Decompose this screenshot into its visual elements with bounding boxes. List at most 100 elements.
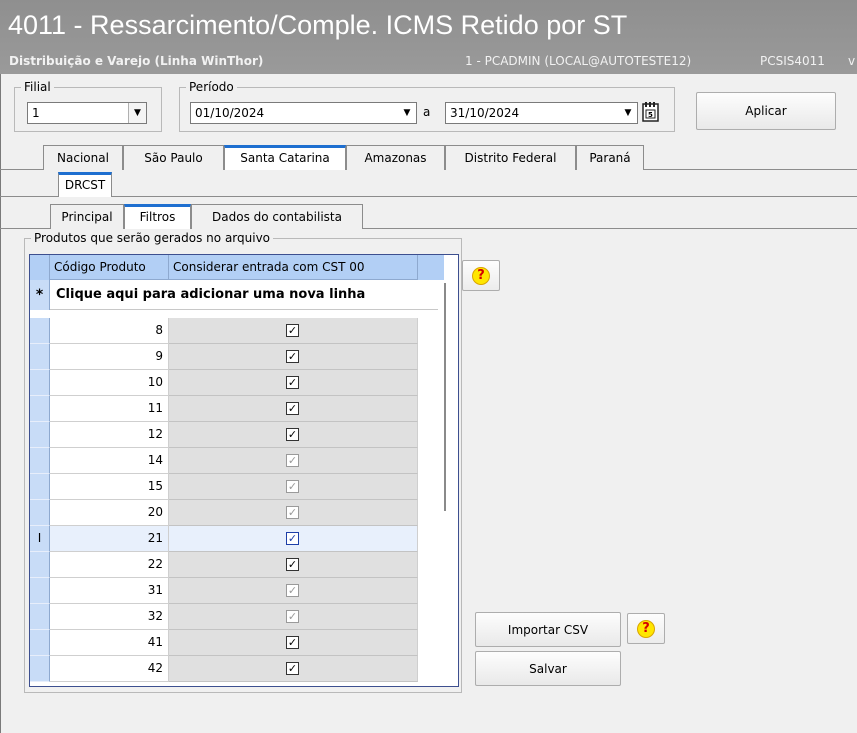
- product-code-cell[interactable]: 41: [50, 630, 169, 656]
- product-code-cell[interactable]: 12: [50, 422, 169, 448]
- cst00-cell[interactable]: ✓: [169, 318, 418, 344]
- row-indicator[interactable]: [30, 500, 50, 526]
- cst00-cell[interactable]: ✓: [169, 500, 418, 526]
- product-code-cell[interactable]: 22: [50, 552, 169, 578]
- import-csv-button[interactable]: Importar CSV: [475, 612, 621, 647]
- product-code-cell[interactable]: 8: [50, 318, 169, 344]
- cst00-cell[interactable]: ✓: [169, 578, 418, 604]
- table-row[interactable]: 22 ✓: [30, 552, 444, 578]
- row-indicator[interactable]: [30, 396, 50, 422]
- save-button[interactable]: Salvar: [475, 651, 621, 686]
- chevron-down-icon[interactable]: ▼: [128, 103, 146, 123]
- new-row-text[interactable]: Clique aqui para adicionar uma nova linh…: [56, 287, 365, 302]
- cst00-checkbox[interactable]: ✓: [286, 402, 299, 415]
- table-row[interactable]: 11 ✓: [30, 396, 444, 422]
- cst00-checkbox[interactable]: ✓: [286, 610, 299, 623]
- grid-scrollbar[interactable]: [438, 283, 458, 683]
- row-indicator[interactable]: [30, 630, 50, 656]
- period-start-date[interactable]: 01/10/2024 ▼: [190, 102, 417, 124]
- row-indicator[interactable]: [30, 448, 50, 474]
- tab-sao-paulo[interactable]: São Paulo: [123, 145, 224, 170]
- row-indicator[interactable]: [30, 656, 50, 682]
- row-indicator[interactable]: [30, 344, 50, 370]
- apply-button[interactable]: Aplicar: [696, 92, 836, 130]
- table-row[interactable]: 32 ✓: [30, 604, 444, 630]
- product-code-cell[interactable]: 14: [50, 448, 169, 474]
- grid-help-button[interactable]: ?: [462, 260, 500, 291]
- tab-filtros[interactable]: Filtros: [124, 204, 191, 229]
- row-indicator[interactable]: [30, 370, 50, 396]
- cst00-cell[interactable]: ✓: [169, 344, 418, 370]
- cst00-checkbox[interactable]: ✓: [286, 506, 299, 519]
- row-indicator[interactable]: I: [30, 526, 50, 552]
- table-row[interactable]: 12 ✓: [30, 422, 444, 448]
- cst00-cell[interactable]: ✓: [169, 630, 418, 656]
- cst00-cell[interactable]: ✓: [169, 422, 418, 448]
- cst00-checkbox[interactable]: ✓: [286, 454, 299, 467]
- cst00-checkbox[interactable]: ✓: [286, 584, 299, 597]
- import-help-button[interactable]: ?: [627, 613, 665, 644]
- product-code-cell[interactable]: 20: [50, 500, 169, 526]
- product-code-cell[interactable]: 10: [50, 370, 169, 396]
- chevron-down-icon[interactable]: ▼: [398, 103, 416, 123]
- scrollbar-thumb[interactable]: [444, 283, 446, 511]
- cst00-checkbox[interactable]: ✓: [286, 636, 299, 649]
- tab-amazonas[interactable]: Amazonas: [346, 145, 445, 170]
- column-header-cst00[interactable]: Considerar entrada com CST 00: [169, 255, 418, 280]
- table-row[interactable]: I 21 ✓: [30, 526, 444, 552]
- row-indicator[interactable]: [30, 604, 50, 630]
- column-header-codigo[interactable]: Código Produto: [50, 255, 169, 280]
- row-indicator[interactable]: [30, 578, 50, 604]
- products-grid[interactable]: Código Produto Considerar entrada com CS…: [29, 254, 459, 687]
- cst00-cell[interactable]: ✓: [169, 656, 418, 682]
- table-row[interactable]: 14 ✓: [30, 448, 444, 474]
- table-row[interactable]: 31 ✓: [30, 578, 444, 604]
- table-row[interactable]: 41 ✓: [30, 630, 444, 656]
- product-code-cell[interactable]: 15: [50, 474, 169, 500]
- product-code-cell[interactable]: 9: [50, 344, 169, 370]
- tab-nacional[interactable]: Nacional: [43, 145, 123, 170]
- cst00-cell[interactable]: ✓: [169, 604, 418, 630]
- cst00-cell[interactable]: ✓: [169, 474, 418, 500]
- table-row[interactable]: 10 ✓: [30, 370, 444, 396]
- tab-drcst[interactable]: DRCST: [58, 172, 112, 197]
- period-end-date[interactable]: 31/10/2024 ▼: [445, 102, 638, 124]
- cst00-checkbox[interactable]: ✓: [286, 324, 299, 337]
- cst00-cell[interactable]: ✓: [169, 370, 418, 396]
- tab-parana[interactable]: Paraná: [576, 145, 644, 170]
- row-indicator[interactable]: [30, 552, 50, 578]
- filial-value: 1: [32, 106, 40, 120]
- row-indicator[interactable]: [30, 422, 50, 448]
- tab-santa-catarina[interactable]: Santa Catarina: [224, 145, 346, 170]
- table-row[interactable]: 20 ✓: [30, 500, 444, 526]
- product-code-cell[interactable]: 42: [50, 656, 169, 682]
- cst00-cell[interactable]: ✓: [169, 526, 418, 552]
- tab-distrito-federal[interactable]: Distrito Federal: [445, 145, 576, 170]
- cst00-checkbox[interactable]: ✓: [286, 376, 299, 389]
- table-row[interactable]: 8 ✓: [30, 318, 444, 344]
- product-code-cell[interactable]: 11: [50, 396, 169, 422]
- table-row[interactable]: 9 ✓: [30, 344, 444, 370]
- product-code-cell[interactable]: 21: [50, 526, 169, 552]
- calendar-icon[interactable]: 5: [640, 100, 662, 124]
- product-code-cell[interactable]: 31: [50, 578, 169, 604]
- cst00-cell[interactable]: ✓: [169, 448, 418, 474]
- tab-principal[interactable]: Principal: [50, 204, 124, 229]
- table-row[interactable]: 42 ✓: [30, 656, 444, 682]
- cst00-cell[interactable]: ✓: [169, 552, 418, 578]
- chevron-down-icon[interactable]: ▼: [619, 103, 637, 123]
- cst00-checkbox[interactable]: ✓: [286, 350, 299, 363]
- cst00-checkbox[interactable]: ✓: [286, 662, 299, 675]
- cst00-checkbox[interactable]: ✓: [286, 532, 299, 545]
- table-row[interactable]: 15 ✓: [30, 474, 444, 500]
- cst00-checkbox[interactable]: ✓: [286, 428, 299, 441]
- product-code-cell[interactable]: 32: [50, 604, 169, 630]
- cst00-checkbox[interactable]: ✓: [286, 480, 299, 493]
- row-indicator[interactable]: [30, 318, 50, 344]
- row-indicator[interactable]: [30, 474, 50, 500]
- cst00-cell[interactable]: ✓: [169, 396, 418, 422]
- filial-select[interactable]: 1 ▼: [27, 102, 147, 124]
- cst00-checkbox[interactable]: ✓: [286, 558, 299, 571]
- tab-dados-contabilista[interactable]: Dados do contabilista: [191, 204, 363, 229]
- new-row[interactable]: * Clique aqui para adicionar uma nova li…: [30, 280, 444, 310]
